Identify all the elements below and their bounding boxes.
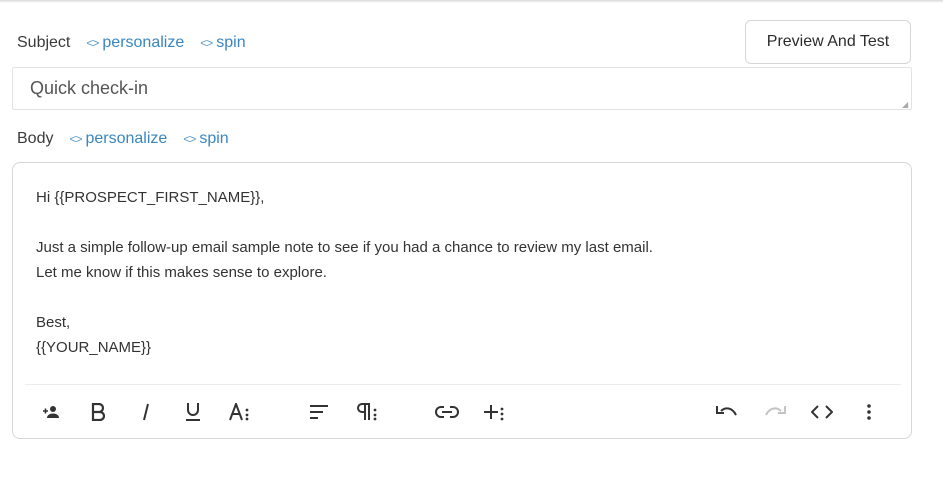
email-body-editor[interactable]: Hi {{PROSPECT_FIRST_NAME}}, Just a simpl… (12, 162, 912, 439)
code-icon: <> (200, 36, 213, 50)
subject-input[interactable] (12, 67, 912, 110)
body-spin-link[interactable]: <> spin (183, 130, 228, 148)
subject-personalize-link[interactable]: <> personalize (86, 34, 184, 52)
paragraph-icon[interactable] (353, 398, 381, 426)
subject-spin-link[interactable]: <> spin (200, 34, 245, 52)
add-person-icon[interactable] (37, 398, 65, 426)
undo-icon[interactable] (713, 398, 741, 426)
subject-personalize-label: personalize (102, 34, 185, 51)
preview-and-test-button[interactable]: Preview And Test (745, 20, 911, 64)
insert-more-icon[interactable] (480, 398, 508, 426)
resize-grip-icon[interactable]: ◢ (902, 101, 910, 109)
font-size-icon[interactable] (226, 398, 254, 426)
bold-icon[interactable] (84, 398, 112, 426)
editor-content[interactable]: Hi {{PROSPECT_FIRST_NAME}}, Just a simpl… (36, 185, 891, 360)
editor-line: Just a simple follow-up email sample not… (36, 239, 653, 256)
code-view-icon[interactable] (808, 398, 836, 426)
more-vert-icon[interactable] (855, 398, 883, 426)
italic-icon[interactable] (132, 398, 160, 426)
subject-spin-label: spin (216, 34, 246, 51)
code-icon: <> (183, 132, 196, 146)
code-icon: <> (86, 36, 99, 50)
toolbar-divider (25, 384, 901, 385)
editor-line: Hi {{PROSPECT_FIRST_NAME}}, (36, 189, 265, 206)
body-spin-label: spin (199, 130, 229, 147)
top-shadow (0, 0, 943, 3)
redo-icon (761, 398, 789, 426)
subject-label: Subject (17, 34, 71, 51)
align-icon[interactable] (305, 398, 333, 426)
body-label-row: Body <> personalize <> spin (17, 126, 245, 152)
body-personalize-label: personalize (85, 130, 168, 147)
link-icon[interactable] (433, 398, 461, 426)
editor-line: Best, (36, 314, 71, 331)
body-personalize-link[interactable]: <> personalize (69, 130, 167, 148)
code-icon: <> (69, 132, 82, 146)
subject-label-row: Subject <> personalize <> spin (17, 30, 262, 56)
body-label: Body (17, 130, 54, 147)
editor-line: {{YOUR_NAME}} (36, 339, 152, 356)
editor-line: Let me know if this makes sense to explo… (36, 264, 327, 281)
underline-icon[interactable] (179, 398, 207, 426)
